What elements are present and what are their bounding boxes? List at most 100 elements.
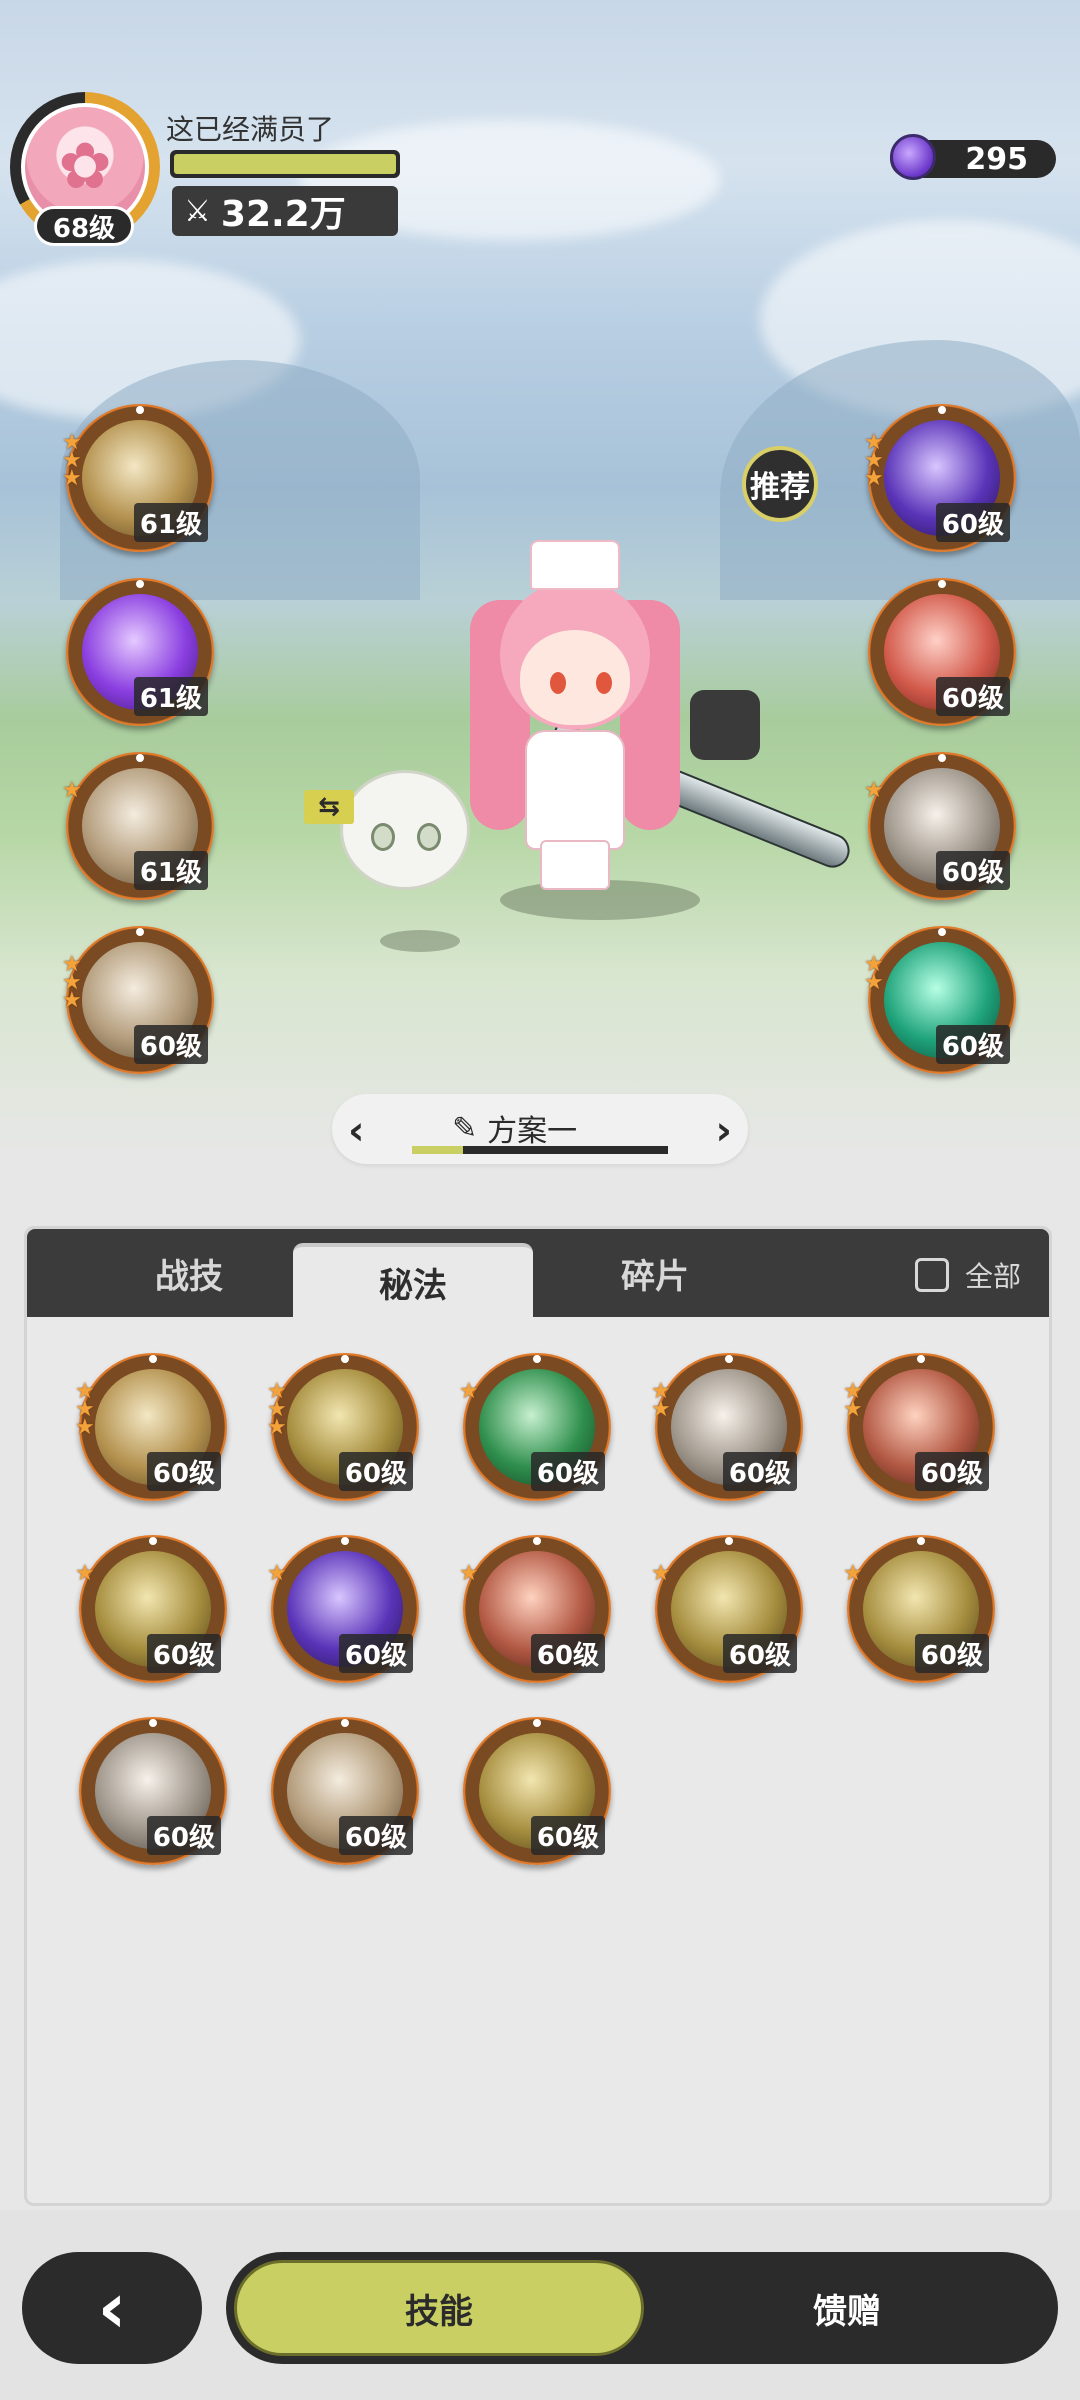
grid_skills-skill-orb[interactable]: ★ 60级 xyxy=(651,1535,803,1683)
preset-next-button[interactable]: › xyxy=(716,1108,732,1154)
hp-bar xyxy=(170,150,400,178)
star-icon: ★ xyxy=(459,1379,479,1404)
skill-level: 60级 xyxy=(530,1816,605,1855)
orb-indicator-dot xyxy=(938,406,946,414)
skill-stars: ★ xyxy=(459,1379,479,1404)
grid_skills-skill-orb[interactable]: ★ 60级 xyxy=(459,1353,611,1501)
orb-indicator-dot xyxy=(136,406,144,414)
grid_skills-skill-orb[interactable]: ★ ★ 60级 xyxy=(843,1353,995,1501)
grid_skills-skill-orb[interactable]: ★ 60级 xyxy=(843,1535,995,1683)
star-icon: ★ xyxy=(651,1561,671,1586)
skill-stars: ★ ★ ★ xyxy=(62,954,82,1013)
skill-stars: ★ ★ ★ xyxy=(864,432,884,490)
orb-indicator-dot xyxy=(725,1355,733,1363)
orb-indicator-dot xyxy=(149,1355,157,1363)
grid_skills-skill-orb[interactable]: ★ 60级 xyxy=(459,1535,611,1683)
star-icon: ★ xyxy=(864,970,884,995)
grid_skills-skill-orb[interactable]: ★ ★ ★ 60级 xyxy=(75,1353,227,1501)
skill-level: 60级 xyxy=(914,1634,989,1673)
left_skills-skill-orb[interactable]: ★ 61级 xyxy=(62,752,214,900)
skill-stars: ★ xyxy=(459,1561,479,1586)
swap-icon[interactable]: ⇆ xyxy=(304,790,354,824)
skill-stars: ★ ★ ★ xyxy=(62,432,82,491)
skill-level: 60级 xyxy=(530,1452,605,1491)
skill-level: 60级 xyxy=(146,1634,221,1673)
grid_skills-skill-orb[interactable]: ★ ★ ★ 60级 xyxy=(267,1353,419,1501)
character-sprite[interactable] xyxy=(470,540,680,890)
orb-indicator-dot xyxy=(938,754,946,762)
skill-level: 60级 xyxy=(133,1025,208,1064)
skill-level: 61级 xyxy=(133,503,208,542)
skill-stars: ★ xyxy=(267,1561,287,1586)
power-icon: ⚔ xyxy=(184,193,211,229)
bottom-bar: ‹ 技能 馈赠 xyxy=(0,2210,1080,2400)
power-value: 32.2万 xyxy=(220,194,346,235)
edit-icon: ✎ xyxy=(452,1110,478,1146)
back-button[interactable]: ‹ xyxy=(22,2252,202,2364)
left_skills-skill-orb[interactable]: 61级 xyxy=(66,578,214,726)
player-name: 这已经满员了 xyxy=(166,113,335,146)
orb-indicator-dot xyxy=(917,1537,925,1545)
preset-progress xyxy=(412,1146,668,1154)
left_skills-skill-orb[interactable]: ★ ★ ★ 60级 xyxy=(62,926,214,1074)
left_skills-skill-orb[interactable]: ★ ★ ★ 61级 xyxy=(62,404,214,552)
orb-indicator-dot xyxy=(341,1719,349,1727)
recommend-button[interactable]: 推荐 xyxy=(742,446,818,522)
skill-stars: ★ xyxy=(651,1561,671,1586)
orb-indicator-dot xyxy=(136,928,144,936)
preset-name[interactable]: ✎ 方案一 xyxy=(452,1106,577,1150)
show-all-checkbox[interactable] xyxy=(914,1258,949,1292)
skill-stars: ★ xyxy=(62,780,82,802)
skill-level: 60级 xyxy=(338,1452,413,1491)
gift-tab-button[interactable]: 馈赠 xyxy=(642,2260,1052,2356)
power-display: ⚔ 32.2万 xyxy=(172,186,398,236)
right_skills-skill-orb[interactable]: ★ ★ 60级 xyxy=(864,926,1016,1074)
skill-level: 60级 xyxy=(338,1816,413,1855)
star-icon: ★ xyxy=(267,1561,287,1586)
right_skills-skill-orb[interactable]: 60级 xyxy=(868,578,1016,726)
star-icon: ★ xyxy=(651,1397,671,1422)
skill-level: 60级 xyxy=(722,1634,797,1673)
star-icon: ★ xyxy=(62,466,82,491)
star-icon: ★ xyxy=(843,1561,863,1586)
star-icon: ★ xyxy=(864,778,884,803)
orb-indicator-dot xyxy=(938,580,946,588)
skills-tab-button[interactable]: 技能 xyxy=(234,2260,644,2356)
show-all-toggle[interactable]: 全部 xyxy=(914,1255,1021,1295)
grid_skills-skill-orb[interactable]: ★ 60级 xyxy=(267,1535,419,1683)
star-icon: ★ xyxy=(62,988,82,1013)
orb-indicator-dot xyxy=(917,1355,925,1363)
tab-bar: 战技 秘法 碎片 全部 xyxy=(27,1229,1049,1317)
grid_skills-skill-orb[interactable]: ★ 60级 xyxy=(75,1535,227,1683)
star-icon: ★ xyxy=(843,1397,863,1422)
skill-level: 60级 xyxy=(146,1452,221,1491)
grid_skills-skill-orb[interactable]: 60级 xyxy=(271,1717,419,1865)
show-all-label: 全部 xyxy=(964,1260,1021,1293)
chevron-left-icon: ‹ xyxy=(97,2267,127,2349)
pet-shadow xyxy=(380,930,460,952)
preset-switcher: ‹ ✎ 方案一 › xyxy=(332,1094,748,1164)
star-icon: ★ xyxy=(75,1415,95,1440)
star-icon: ★ xyxy=(75,1561,95,1586)
tab-arcane[interactable]: 秘法 xyxy=(293,1243,533,1317)
pet-sprite[interactable] xyxy=(340,770,470,890)
gem-icon xyxy=(890,134,936,180)
skills-panel: 战技 秘法 碎片 全部 ★ ★ ★ 60级 ★ ★ ★ 60级 ★ 60级 ★ ★ 60级 ★ ★ 60级 ★ 6… xyxy=(24,1226,1052,2206)
skill-stars: ★ ★ ★ xyxy=(75,1381,95,1440)
orb-indicator-dot xyxy=(533,1537,541,1545)
right_skills-skill-orb[interactable]: ★ ★ ★ 60级 xyxy=(864,404,1016,552)
tab-fragments[interactable]: 碎片 xyxy=(535,1229,775,1317)
skill-level: 60级 xyxy=(722,1452,797,1491)
orb-indicator-dot xyxy=(149,1537,157,1545)
grid_skills-skill-orb[interactable]: 60级 xyxy=(79,1717,227,1865)
grid_skills-skill-orb[interactable]: 60级 xyxy=(463,1717,611,1865)
right_skills-skill-orb[interactable]: ★ 60级 xyxy=(864,752,1016,900)
tab-combat[interactable]: 战技 xyxy=(69,1229,309,1317)
star-icon: ★ xyxy=(459,1561,479,1586)
skill-stars: ★ ★ xyxy=(651,1381,671,1422)
orb-indicator-dot xyxy=(136,754,144,762)
gem-count: 295 xyxy=(965,141,1028,177)
grid_skills-skill-orb[interactable]: ★ ★ 60级 xyxy=(651,1353,803,1501)
preset-prev-button[interactable]: ‹ xyxy=(348,1108,364,1154)
skill-level: 60级 xyxy=(914,1452,989,1491)
